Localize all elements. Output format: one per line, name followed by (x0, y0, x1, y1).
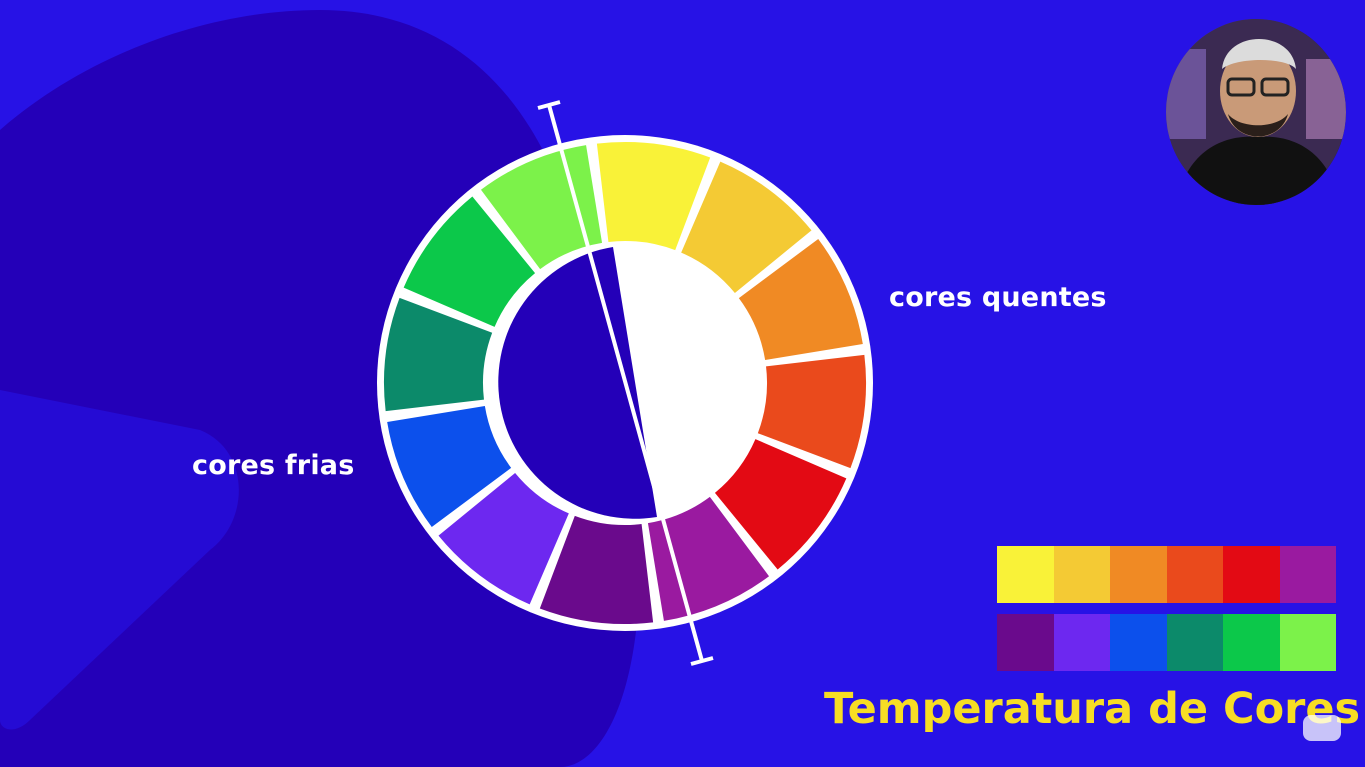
warm-colors-label: cores quentes (889, 282, 1107, 313)
cool-color-swatch (1279, 614, 1336, 671)
video-title: Temperatura de Cores (824, 684, 1361, 734)
presenter-avatar-icon (1166, 19, 1346, 205)
cool-swatch-row (997, 614, 1336, 671)
warm-color-swatch (1053, 546, 1110, 603)
cool-color-swatch (1223, 614, 1280, 671)
warm-swatch-row (997, 546, 1336, 603)
cool-color-swatch (997, 614, 1054, 671)
presenter-webcam (1166, 19, 1346, 205)
warm-color-swatch (1223, 546, 1280, 603)
cool-color-swatch (1166, 614, 1223, 671)
warm-color-swatch (1110, 546, 1167, 603)
channel-logo-icon (1303, 715, 1341, 741)
cool-color-swatch (1053, 614, 1110, 671)
warm-color-swatch (997, 546, 1054, 603)
warm-color-swatch (1279, 546, 1336, 603)
cool-colors-label: cores frias (192, 450, 355, 481)
color-wheel (377, 100, 873, 666)
cool-color-swatch (1110, 614, 1167, 671)
warm-color-swatch (1166, 546, 1223, 603)
